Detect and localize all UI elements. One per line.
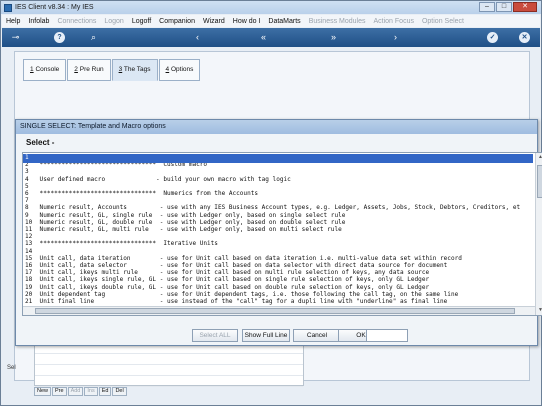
tab-label: Options [170, 66, 194, 73]
list-item[interactable] [35, 354, 303, 365]
menu-item-companion[interactable]: Companion [155, 18, 199, 25]
background-side-label: Sel [7, 365, 16, 371]
search-icon[interactable]: ⌕ [88, 32, 99, 43]
list-item[interactable] [35, 365, 303, 376]
horizontal-scrollbar[interactable] [23, 306, 535, 315]
menu-item-wizard[interactable]: Wizard [199, 18, 229, 25]
menu-item-connections[interactable]: Connections [53, 18, 100, 25]
pre-button[interactable]: Pre [52, 387, 67, 396]
show-full-line-button[interactable]: Show Full Line [242, 329, 290, 342]
menu-bar: Help Infolab Connections Logon Logoff Compani… [2, 15, 540, 27]
menu-item-help[interactable]: Help [2, 18, 24, 25]
macro-options-list[interactable]: 21 Unit final line - use instead of the … [22, 152, 542, 316]
single-select-dialog: SINGLE SELECT: Template and Macro option… [15, 119, 542, 346]
tab-console[interactable]: 1 Console [23, 59, 67, 81]
selection-input[interactable] [366, 329, 408, 342]
menu-item-option-select[interactable]: Option Select [418, 18, 468, 25]
select-all-button[interactable]: Select ALL [192, 329, 238, 342]
new-button[interactable]: New [34, 387, 52, 396]
back-icon[interactable]: ‹ [192, 32, 203, 43]
menu-item-infolab[interactable]: Infolab [24, 18, 53, 25]
minimize-icon[interactable]: – [479, 2, 495, 12]
cancel-button[interactable]: Cancel [293, 329, 341, 342]
menu-item-business-modules[interactable]: Business Modules [305, 18, 370, 25]
dialog-prompt: Select - [26, 138, 55, 147]
ins-button[interactable]: Ins [84, 387, 98, 396]
menu-item-action-focus[interactable]: Action Focus [370, 18, 418, 25]
scroll-up-icon[interactable]: ▲ [537, 153, 542, 162]
scroll-thumb[interactable] [537, 165, 542, 198]
check-icon[interactable]: ✓ [487, 32, 498, 43]
scroll-thumb[interactable] [35, 308, 515, 314]
dialog-title: SINGLE SELECT: Template and Macro option… [16, 120, 537, 134]
toolbar: ⊸ ? ⌕ ‹ « » › ✓ ✕ [2, 28, 540, 47]
tab-label: The Tags [123, 66, 151, 73]
app-window: IES Client v8.34 : My IES – □ ✕ Help Info… [0, 0, 542, 406]
menu-item-logoff[interactable]: Logoff [128, 18, 155, 25]
list-item[interactable] [35, 376, 303, 387]
window-title: IES Client v8.34 : My IES [15, 4, 94, 11]
menu-item-datamarts[interactable]: DataMarts [264, 18, 304, 25]
help-icon[interactable]: ? [54, 32, 65, 43]
del-button[interactable]: Del [112, 387, 127, 396]
tab-label: Pre Run [79, 66, 104, 73]
tab-the-tags[interactable]: 3 The Tags [111, 59, 158, 81]
vertical-scrollbar[interactable]: ▲ ▼ [535, 153, 542, 315]
cancel-icon[interactable]: ✕ [519, 32, 530, 43]
scroll-down-icon[interactable]: ▼ [537, 306, 542, 315]
fast-forward-icon[interactable]: › [390, 32, 401, 43]
forward-icon[interactable]: » [328, 32, 339, 43]
tab-label: Console [35, 66, 60, 73]
background-button-bar: New Pre Add Ins Ed Del [34, 387, 127, 396]
menu-item-how-do-i[interactable]: How do I [229, 18, 265, 25]
tab-strip: 1 Console 2 Pre Run 3 The Tags 4 Options [23, 59, 201, 81]
key-icon[interactable]: ⊸ [10, 32, 21, 43]
ed-button[interactable]: Ed [98, 387, 112, 396]
menu-item-logon[interactable]: Logon [100, 18, 127, 25]
app-logo-icon [4, 3, 12, 12]
tab-pre-run[interactable]: 2 Pre Run [67, 59, 111, 81]
close-icon[interactable]: ✕ [513, 2, 537, 12]
list-item[interactable]: 1 [23, 154, 533, 163]
background-list [34, 342, 304, 387]
rewind-icon[interactable]: « [258, 32, 269, 43]
maximize-icon[interactable]: □ [496, 2, 512, 12]
title-bar: IES Client v8.34 : My IES – □ ✕ [1, 1, 541, 14]
window-controls: – □ ✕ [479, 2, 537, 12]
tab-options[interactable]: 4 Options [158, 59, 201, 81]
add-button[interactable]: Add [67, 387, 84, 396]
